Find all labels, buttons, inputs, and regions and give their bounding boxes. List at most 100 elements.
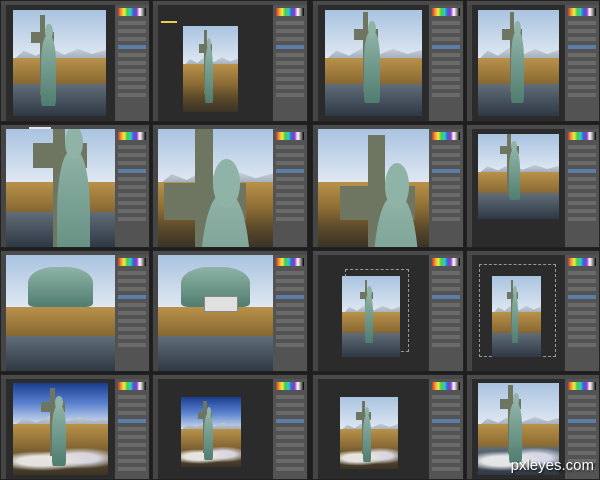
layer-row[interactable] — [432, 21, 460, 25]
layer-row[interactable] — [568, 85, 596, 89]
swatches-panel[interactable] — [568, 8, 596, 16]
layer-row[interactable] — [568, 295, 596, 299]
document-canvas[interactable] — [340, 397, 398, 469]
layer-row[interactable] — [118, 435, 146, 439]
layer-row[interactable] — [432, 85, 460, 89]
layers-panel[interactable] — [115, 379, 149, 479]
layer-row[interactable] — [568, 419, 596, 423]
layer-row[interactable] — [276, 327, 304, 331]
layer-row[interactable] — [568, 327, 596, 331]
layer-row[interactable] — [568, 443, 596, 447]
layer-row[interactable] — [432, 459, 460, 463]
canvas-area[interactable] — [158, 255, 273, 371]
layer-row[interactable] — [568, 271, 596, 275]
layers-panel[interactable] — [115, 255, 149, 371]
canvas-area[interactable] — [318, 379, 429, 479]
layer-row[interactable] — [118, 279, 146, 283]
layer-row[interactable] — [118, 467, 146, 471]
layer-row[interactable] — [276, 295, 304, 299]
canvas-area[interactable] — [6, 379, 115, 479]
layer-row[interactable] — [118, 85, 146, 89]
layer-row[interactable] — [118, 153, 146, 157]
layer-row[interactable] — [432, 217, 460, 221]
layer-row[interactable] — [568, 21, 596, 25]
layer-row[interactable] — [432, 279, 460, 283]
document-canvas[interactable] — [477, 133, 560, 219]
layer-row[interactable] — [276, 271, 304, 275]
document-canvas[interactable] — [318, 129, 429, 247]
layer-row[interactable] — [432, 29, 460, 33]
layer-row[interactable] — [276, 29, 304, 33]
layer-row[interactable] — [118, 161, 146, 165]
layer-row[interactable] — [118, 311, 146, 315]
layer-row[interactable] — [432, 177, 460, 181]
layer-row[interactable] — [118, 61, 146, 65]
layer-row[interactable] — [276, 435, 304, 439]
layer-row[interactable] — [276, 145, 304, 149]
layer-row[interactable] — [568, 209, 596, 213]
layer-row[interactable] — [432, 319, 460, 323]
layer-row[interactable] — [276, 21, 304, 25]
document-canvas[interactable] — [6, 255, 115, 371]
layer-row[interactable] — [276, 185, 304, 189]
layer-row[interactable] — [118, 395, 146, 399]
layers-panel[interactable] — [565, 255, 599, 371]
canvas-area[interactable] — [318, 5, 429, 121]
layer-row[interactable] — [276, 443, 304, 447]
layer-row[interactable] — [276, 153, 304, 157]
layer-row[interactable] — [432, 411, 460, 415]
layer-row[interactable] — [118, 53, 146, 57]
layer-row[interactable] — [118, 193, 146, 197]
layers-panel[interactable] — [273, 5, 307, 121]
layer-row[interactable] — [568, 303, 596, 307]
document-canvas[interactable] — [12, 383, 109, 475]
swatches-panel[interactable] — [568, 382, 596, 390]
layer-row[interactable] — [568, 319, 596, 323]
layer-row[interactable] — [432, 153, 460, 157]
layer-row[interactable] — [118, 77, 146, 81]
layer-row[interactable] — [276, 343, 304, 347]
layer-row[interactable] — [432, 451, 460, 455]
swatches-panel[interactable] — [118, 132, 146, 140]
layer-row[interactable] — [432, 93, 460, 97]
layer-row[interactable] — [432, 311, 460, 315]
layer-row[interactable] — [118, 69, 146, 73]
layer-row[interactable] — [118, 37, 146, 41]
layer-row[interactable] — [118, 217, 146, 221]
swatches-panel[interactable] — [276, 8, 304, 16]
layer-row[interactable] — [568, 45, 596, 49]
layer-row[interactable] — [276, 459, 304, 463]
layer-row[interactable] — [568, 37, 596, 41]
layer-row[interactable] — [432, 169, 460, 173]
canvas-area[interactable] — [6, 129, 115, 247]
layer-row[interactable] — [276, 53, 304, 57]
layer-row[interactable] — [568, 287, 596, 291]
layer-row[interactable] — [568, 185, 596, 189]
document-canvas[interactable] — [183, 25, 239, 112]
layer-row[interactable] — [118, 427, 146, 431]
layer-row[interactable] — [432, 201, 460, 205]
layer-row[interactable] — [118, 451, 146, 455]
layer-row[interactable] — [432, 343, 460, 347]
canvas-area[interactable] — [6, 5, 115, 121]
layer-row[interactable] — [118, 169, 146, 173]
layer-row[interactable] — [568, 169, 596, 173]
layer-row[interactable] — [432, 395, 460, 399]
layer-row[interactable] — [568, 279, 596, 283]
layer-row[interactable] — [432, 443, 460, 447]
swatches-panel[interactable] — [118, 258, 146, 266]
layer-row[interactable] — [118, 287, 146, 291]
layer-row[interactable] — [276, 311, 304, 315]
document-canvas[interactable] — [6, 129, 115, 247]
layer-row[interactable] — [568, 93, 596, 97]
layer-row[interactable] — [276, 395, 304, 399]
canvas-area[interactable] — [158, 379, 273, 479]
layer-row[interactable] — [432, 53, 460, 57]
layer-row[interactable] — [568, 29, 596, 33]
layer-row[interactable] — [432, 69, 460, 73]
document-canvas[interactable] — [158, 255, 273, 371]
layer-row[interactable] — [276, 69, 304, 73]
layer-row[interactable] — [276, 77, 304, 81]
layer-row[interactable] — [432, 271, 460, 275]
layers-panel[interactable] — [565, 5, 599, 121]
